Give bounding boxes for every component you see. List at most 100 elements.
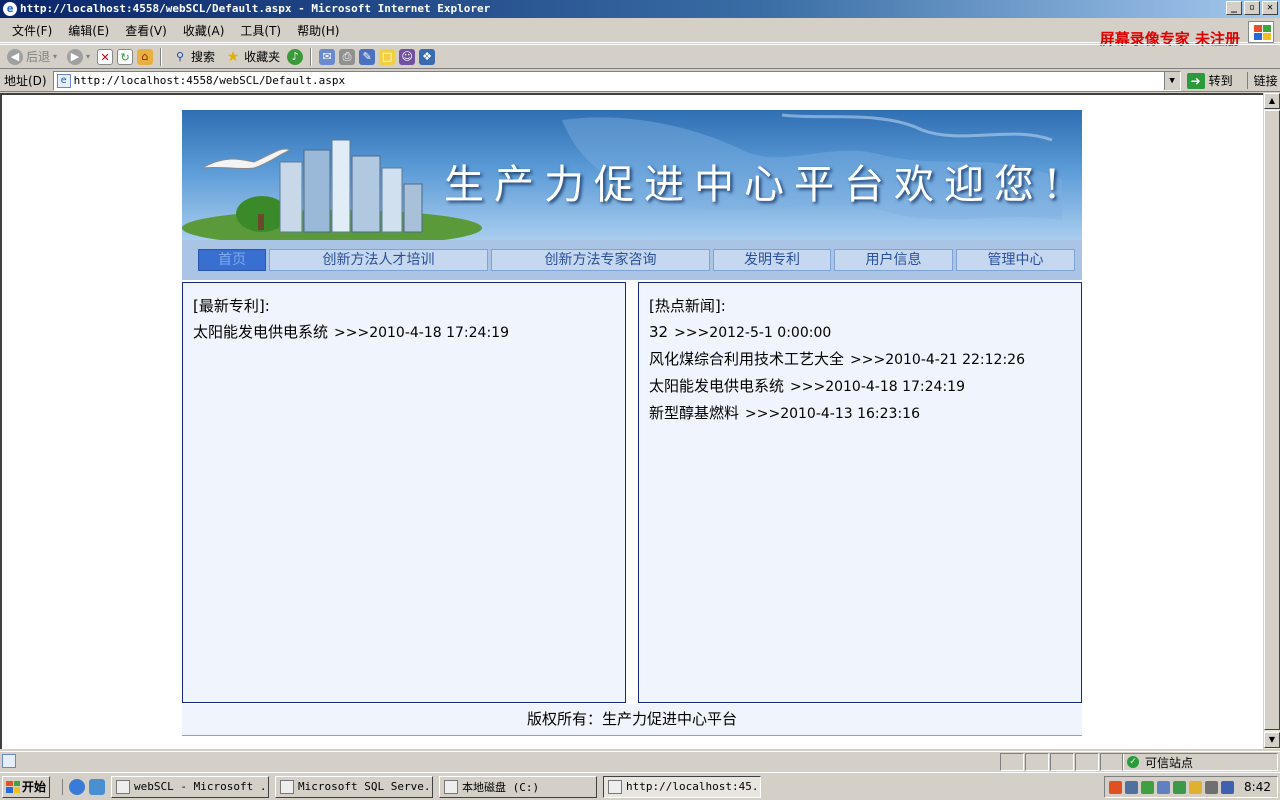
taskbar-item[interactable]: 本地磁盘 (C:) bbox=[439, 775, 597, 798]
scroll-thumb[interactable] bbox=[1264, 110, 1280, 730]
links-button[interactable]: 链接 bbox=[1246, 72, 1278, 89]
menu-file[interactable]: 文件(F) bbox=[4, 22, 60, 39]
favorites-button[interactable]: ★ 收藏夹 bbox=[222, 47, 283, 67]
home-icon[interactable]: ⌂ bbox=[137, 48, 154, 65]
toolbar-separator bbox=[160, 47, 163, 66]
vertical-scrollbar[interactable]: ▲ ▼ bbox=[1263, 93, 1280, 749]
drive-icon bbox=[444, 779, 458, 794]
sogou-icon[interactable] bbox=[1109, 780, 1122, 794]
status-cell bbox=[1100, 753, 1124, 771]
menu-view[interactable]: 查看(V) bbox=[117, 22, 175, 39]
list-item: 32 >>>2012-5-1 0:00:00 bbox=[649, 319, 1071, 346]
patent-link[interactable]: 太阳能发电供电系统 bbox=[193, 323, 328, 341]
title-bar: e http://localhost:4558/webSCL/Default.a… bbox=[0, 0, 1280, 18]
menu-favorites[interactable]: 收藏(A) bbox=[175, 22, 233, 39]
back-button[interactable]: ◀ 后退 ▾ bbox=[4, 47, 60, 67]
address-input[interactable]: e http://localhost:4558/webSCL/Default.a… bbox=[52, 70, 1181, 91]
item-time: >>>2010-4-13 16:23:16 bbox=[745, 406, 920, 422]
taskbar-item[interactable]: http://localhost:45... bbox=[603, 775, 761, 798]
taskbar-item-label: 本地磁盘 (C:) bbox=[462, 780, 540, 794]
status-cells bbox=[1000, 753, 1125, 771]
nav-admin-center[interactable]: 管理中心 bbox=[956, 249, 1075, 271]
volume-icon[interactable] bbox=[1205, 780, 1218, 794]
taskbar-item[interactable]: webSCL - Microsoft ... bbox=[111, 775, 269, 798]
windows-flag-icon bbox=[6, 780, 20, 793]
start-label: 开始 bbox=[22, 780, 47, 794]
network-icon[interactable] bbox=[1125, 780, 1138, 794]
item-time: >>>2010-4-18 17:24:19 bbox=[334, 325, 509, 341]
toolbar-separator bbox=[310, 47, 313, 66]
status-cell bbox=[1000, 753, 1024, 771]
refresh-icon[interactable]: ↻ bbox=[117, 48, 134, 65]
search-button[interactable]: ⚲ 搜索 bbox=[169, 47, 218, 67]
sql-agent-icon[interactable] bbox=[1173, 780, 1186, 794]
close-button[interactable]: ✕ bbox=[1262, 1, 1278, 15]
item-time: >>>2010-4-18 17:24:19 bbox=[790, 379, 965, 395]
ie-launch-icon[interactable] bbox=[69, 778, 85, 795]
address-bar: 地址(D) e http://localhost:4558/webSCL/Def… bbox=[0, 70, 1280, 92]
search-icon: ⚲ bbox=[176, 49, 185, 63]
shield-icon[interactable] bbox=[1221, 780, 1234, 794]
stop-icon[interactable]: ✕ bbox=[97, 48, 114, 65]
latest-patents-heading: [最新专利]: bbox=[193, 297, 270, 315]
media-icon[interactable]: ♪ bbox=[287, 48, 304, 65]
hot-news-panel: [热点新闻]: 32 >>>2012-5-1 0:00:00 风化煤综合利用技术工… bbox=[638, 282, 1082, 703]
usb-icon[interactable] bbox=[1141, 780, 1154, 794]
minimize-button[interactable]: _ bbox=[1226, 1, 1242, 15]
discuss-icon[interactable]: □ bbox=[379, 48, 396, 65]
nav-expert-consulting[interactable]: 创新方法专家咨询 bbox=[491, 249, 710, 271]
menu-edit[interactable]: 编辑(E) bbox=[60, 22, 117, 39]
content-panels: [最新专利]: 太阳能发电供电系统 >>>2010-4-18 17:24:19 [… bbox=[182, 280, 1082, 704]
star-icon: ★ bbox=[226, 48, 240, 65]
status-cell bbox=[1075, 753, 1099, 771]
favorites-label: 收藏夹 bbox=[244, 50, 281, 64]
forward-arrow-icon: ▶ bbox=[67, 48, 84, 65]
news-link[interactable]: 太阳能发电供电系统 bbox=[649, 377, 784, 395]
menu-help[interactable]: 帮助(H) bbox=[289, 22, 347, 39]
outlook-launch-icon[interactable] bbox=[89, 778, 105, 795]
list-item: 太阳能发电供电系统 >>>2010-4-18 17:24:19 bbox=[649, 373, 1071, 400]
messenger-icon[interactable]: ☺ bbox=[399, 48, 416, 65]
browser-viewport: 生产力促进中心平台欢迎您! 首页 创新方法人才培训 创新方法专家咨询 发明专利 … bbox=[0, 93, 1264, 749]
hot-news-heading: [热点新闻]: bbox=[649, 297, 726, 315]
news-link[interactable]: 风化煤综合利用技术工艺大全 bbox=[649, 350, 844, 368]
toolbar: ◀ 后退 ▾ ▶ ▾ ✕ ↻ ⌂ ⚲ 搜索 ★ 收藏夹 ♪ ✉ ⎙ ✎ □ ☺ … bbox=[0, 44, 1280, 69]
latest-patents-panel: [最新专利]: 太阳能发电供电系统 >>>2010-4-18 17:24:19 bbox=[182, 282, 626, 703]
scroll-down-icon[interactable]: ▼ bbox=[1264, 732, 1280, 748]
menu-tools[interactable]: 工具(T) bbox=[232, 22, 289, 39]
address-dropdown-icon[interactable]: ▼ bbox=[1163, 71, 1180, 90]
nav-home[interactable]: 首页 bbox=[198, 249, 266, 271]
menu-bar: 文件(F) 编辑(E) 查看(V) 收藏(A) 工具(T) 帮助(H) bbox=[0, 19, 1280, 43]
address-url: http://localhost:4558/webSCL/Default.asp… bbox=[73, 74, 346, 87]
news-link[interactable]: 32 bbox=[649, 323, 668, 341]
edit-icon[interactable]: ✎ bbox=[359, 48, 376, 65]
nav-user-info[interactable]: 用户信息 bbox=[834, 249, 953, 271]
security-zone[interactable]: ✓ 可信站点 bbox=[1122, 753, 1278, 771]
news-link[interactable]: 新型醇基燃料 bbox=[649, 404, 739, 422]
messenger-tray-icon[interactable] bbox=[1189, 780, 1202, 794]
go-label: 转到 bbox=[1208, 74, 1233, 88]
ie-logo-icon: e bbox=[3, 2, 17, 16]
scroll-up-icon[interactable]: ▲ bbox=[1264, 93, 1280, 109]
taskbar-item[interactable]: Microsoft SQL Serve... bbox=[275, 775, 433, 798]
go-button[interactable]: ➜ 转到 bbox=[1186, 72, 1233, 89]
monitor-icon[interactable] bbox=[1157, 780, 1170, 794]
windows-flag-icon bbox=[1248, 21, 1274, 43]
page-status-icon bbox=[2, 754, 16, 768]
page-icon: e bbox=[56, 73, 71, 88]
nav-patents[interactable]: 发明专利 bbox=[713, 249, 831, 271]
research-icon[interactable]: ❖ bbox=[419, 48, 436, 65]
print-icon[interactable]: ⎙ bbox=[339, 48, 356, 65]
sql-server-icon bbox=[280, 779, 294, 794]
web-page: 生产力促进中心平台欢迎您! 首页 创新方法人才培训 创新方法专家咨询 发明专利 … bbox=[182, 110, 1082, 736]
forward-button[interactable]: ▶ ▾ bbox=[64, 47, 93, 67]
restore-button[interactable]: ▫ bbox=[1244, 1, 1260, 15]
clock: 8:42 bbox=[1244, 780, 1271, 794]
site-banner: 生产力促进中心平台欢迎您! bbox=[182, 110, 1082, 240]
nav-talent-training[interactable]: 创新方法人才培训 bbox=[269, 249, 488, 271]
start-button[interactable]: 开始 bbox=[2, 775, 50, 798]
mail-icon[interactable]: ✉ bbox=[319, 48, 336, 65]
taskbar: 开始 webSCL - Microsoft ... Microsoft SQL … bbox=[0, 772, 1280, 800]
list-item: 新型醇基燃料 >>>2010-4-13 16:23:16 bbox=[649, 400, 1071, 427]
zone-label: 可信站点 bbox=[1145, 755, 1194, 770]
